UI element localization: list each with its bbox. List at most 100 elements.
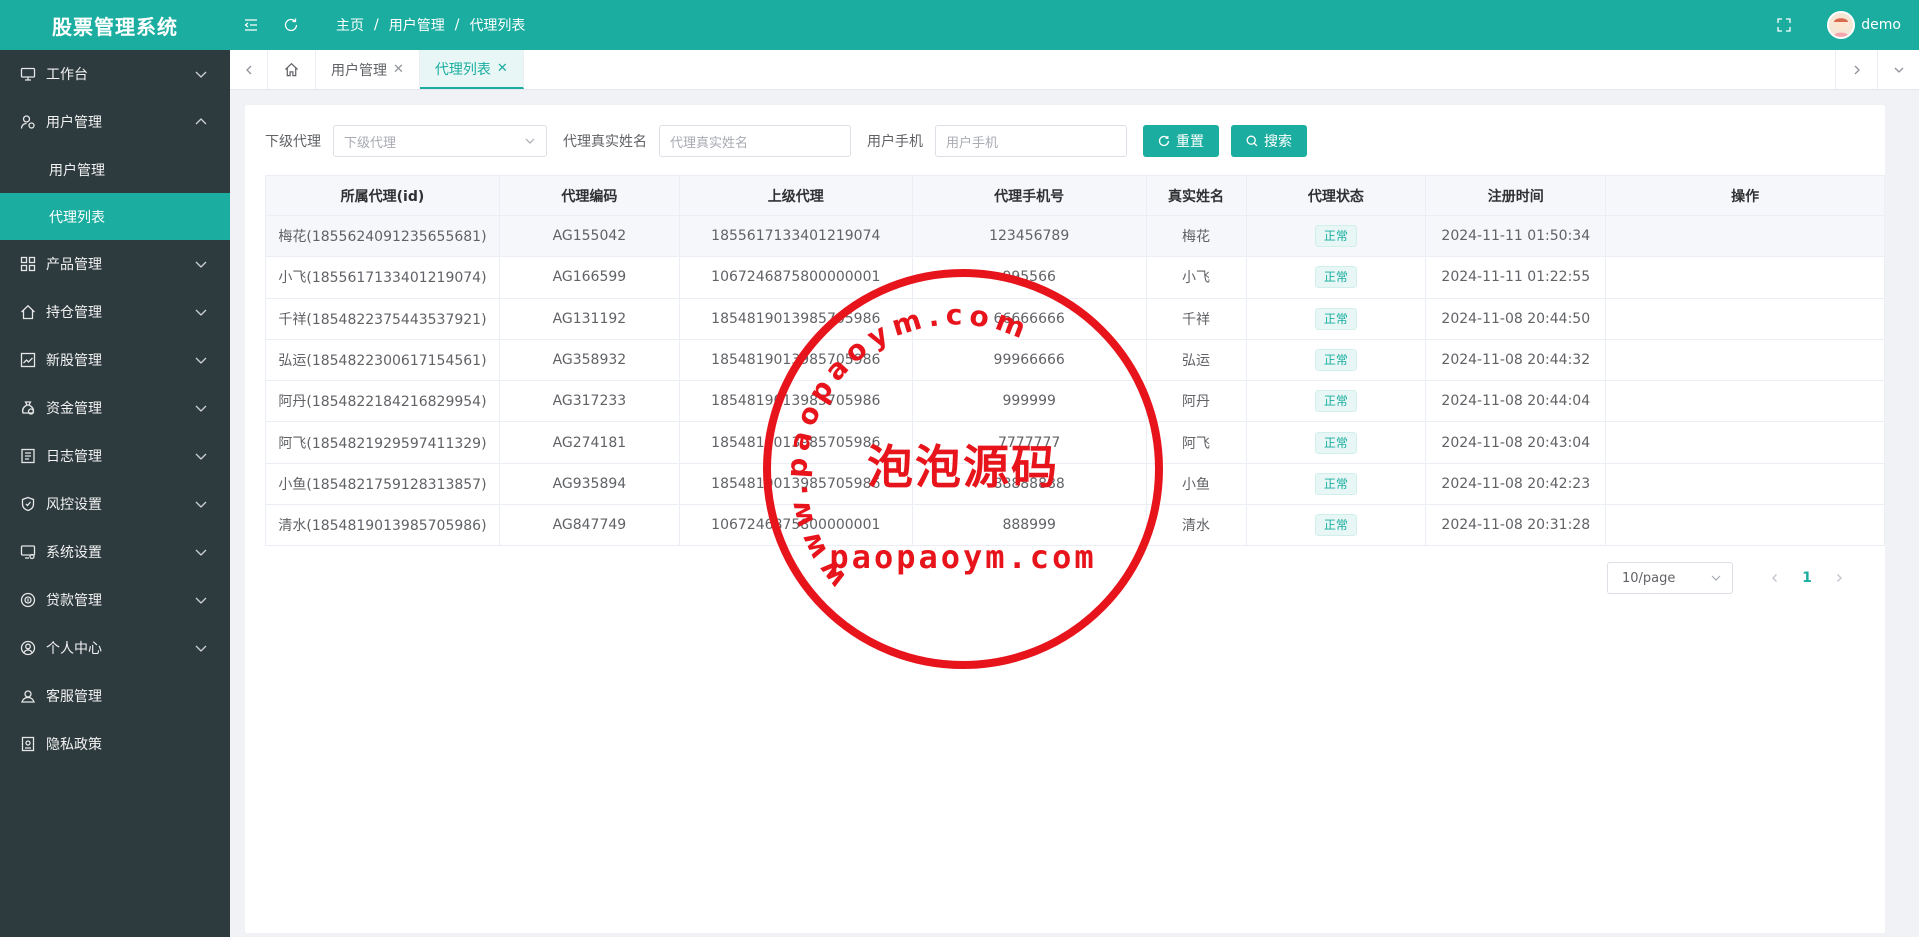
tabs-dropdown[interactable] — [1877, 50, 1919, 89]
tabs-scroll-right[interactable] — [1835, 50, 1877, 89]
cell-parent: 1854819013985705986 — [678, 421, 913, 464]
tab-agent-list[interactable]: 代理列表 ✕ — [419, 50, 524, 89]
breadcrumb-home[interactable]: 主页 — [336, 15, 364, 35]
cell-time: 2024-11-08 20:43:04 — [1425, 421, 1607, 464]
cell-actions — [1605, 504, 1885, 547]
reset-button[interactable]: 重置 — [1143, 125, 1219, 157]
tabs-scroll-left[interactable] — [230, 50, 268, 89]
chevron-down-icon — [195, 261, 207, 268]
money-bag-icon — [20, 400, 36, 416]
table-row[interactable]: 小鱼(1854821759128313857) AG935894 1854819… — [265, 462, 1885, 506]
tabs-bar: 用户管理 ✕ 代理列表 ✕ — [230, 50, 1919, 90]
table-row[interactable]: 阿丹(1854822184216829954) AG317233 1854819… — [265, 380, 1885, 423]
cell-name: 千祥 — [1145, 297, 1247, 340]
sub-agent-placeholder: 下级代理 — [344, 135, 397, 151]
cell-parent: 1067246875800000001 — [678, 504, 913, 547]
sidebar-item-privacy-policy[interactable]: 隐私政策 — [0, 720, 230, 768]
cell-parent: 1854819013985705986 — [678, 297, 913, 340]
table-row[interactable]: 小飞(1855617133401219074) AG166599 1067246… — [265, 256, 1885, 299]
sidebar-item-funds[interactable]: 资金管理 — [0, 384, 230, 432]
cell-name: 阿丹 — [1145, 380, 1247, 423]
service-icon — [20, 688, 36, 704]
breadcrumb-user-management[interactable]: 用户管理 — [389, 15, 445, 35]
column-header: 代理状态 — [1245, 175, 1427, 216]
loan-icon — [20, 592, 36, 608]
table-row[interactable]: 千祥(1854822375443537921) AG131192 1854819… — [265, 297, 1885, 340]
close-icon[interactable]: ✕ — [497, 61, 508, 76]
table-row[interactable]: 阿飞(1854821929597411329) AG274181 1854819… — [265, 421, 1885, 464]
sidebar-item-logs[interactable]: 日志管理 — [0, 432, 230, 480]
cell-phone: 888999 — [911, 504, 1147, 547]
table-row[interactable]: 梅花(1855624091235655681) AG155042 1855617… — [265, 214, 1885, 258]
sidebar-item-new-stocks[interactable]: 新股管理 — [0, 336, 230, 384]
tab-user-management[interactable]: 用户管理 ✕ — [316, 50, 420, 89]
real-name-input[interactable]: 代理真实姓名 — [659, 125, 851, 157]
status-badge: 正常 — [1314, 390, 1357, 413]
real-name-label: 代理真实姓名 — [563, 134, 647, 150]
sidebar-item-positions[interactable]: 持仓管理 — [0, 288, 230, 336]
avatar[interactable] — [1827, 11, 1856, 39]
sub-agent-select[interactable]: 下级代理 — [333, 125, 547, 157]
sidebar-item-dashboard[interactable]: 工作台 — [0, 50, 230, 98]
chevron-down-icon — [195, 501, 207, 508]
refresh-icon — [1158, 135, 1170, 147]
top-header: 主页 / 用户管理 / 代理列表 demo — [230, 0, 1919, 50]
cell-code: AG847749 — [498, 504, 680, 547]
sidebar-subitem-user-management[interactable]: 用户管理 — [0, 146, 230, 193]
cell-time: 2024-11-08 20:42:23 — [1425, 462, 1607, 506]
agent-table: 所属代理(id) 代理编码 上级代理 代理手机号 真实姓名 代理状态 注册时间 … — [265, 175, 1885, 547]
privacy-icon — [20, 736, 36, 752]
username[interactable]: demo — [1861, 17, 1901, 33]
page-size-value: 10/page — [1622, 570, 1676, 586]
sidebar-subitem-agent-list[interactable]: 代理列表 — [0, 193, 230, 240]
column-header: 所属代理(id) — [265, 175, 500, 216]
table-row[interactable]: 清水(1854819013985705986) AG847749 1067246… — [265, 504, 1885, 547]
search-label: 搜索 — [1264, 134, 1292, 150]
sidebar-item-system-settings[interactable]: 系统设置 — [0, 528, 230, 576]
sub-agent-label: 下级代理 — [265, 134, 321, 150]
search-button[interactable]: 搜索 — [1231, 125, 1307, 157]
cell-status: 正常 — [1245, 421, 1427, 464]
shield-icon — [20, 496, 36, 512]
tab-home[interactable] — [268, 50, 316, 89]
sidebar-item-user-management[interactable]: 用户管理 — [0, 98, 230, 146]
close-icon[interactable]: ✕ — [393, 62, 404, 77]
chevron-down-icon — [195, 71, 207, 78]
cell-phone: 995566 — [911, 256, 1147, 299]
sidebar-item-loans[interactable]: 贷款管理 — [0, 576, 230, 624]
settings-monitor-icon — [20, 544, 36, 560]
home-icon — [20, 304, 36, 320]
header-right: demo — [1775, 0, 1901, 50]
sidebar-item-products[interactable]: 产品管理 — [0, 240, 230, 288]
status-badge: 正常 — [1314, 266, 1357, 289]
cell-owner: 阿飞(1854821929597411329) — [265, 421, 500, 464]
table-row[interactable]: 弘运(1854822300617154561) AG358932 1854819… — [265, 338, 1885, 382]
breadcrumb-separator: / — [374, 17, 379, 33]
cell-time: 2024-11-08 20:44:04 — [1425, 380, 1607, 423]
chart-icon — [20, 352, 36, 368]
page-number-current[interactable]: 1 — [1791, 562, 1823, 594]
cell-time: 2024-11-08 20:44:32 — [1425, 338, 1607, 382]
sidebar-item-label: 持仓管理 — [46, 305, 102, 321]
next-page-button[interactable] — [1823, 562, 1855, 594]
status-badge: 正常 — [1314, 472, 1357, 495]
cell-actions — [1605, 462, 1885, 506]
cell-status: 正常 — [1245, 380, 1427, 423]
sidebar-item-customer-service[interactable]: 客服管理 — [0, 672, 230, 720]
sidebar-item-personal-center[interactable]: 个人中心 — [0, 624, 230, 672]
page-size-select[interactable]: 10/page — [1607, 562, 1733, 594]
chevron-down-icon — [525, 138, 535, 144]
phone-input[interactable]: 用户手机 — [935, 125, 1127, 157]
chevron-down-icon — [1711, 575, 1721, 581]
breadcrumb-separator: / — [454, 17, 460, 33]
cell-time: 2024-11-08 20:44:50 — [1425, 297, 1607, 340]
tabs-right-controls — [1835, 50, 1919, 89]
fullscreen-icon[interactable] — [1775, 16, 1793, 34]
filter-bar: 下级代理 下级代理 代理真实姓名 代理真实姓名 用户手机 用户手机 重置 搜索 — [265, 125, 1307, 157]
refresh-icon[interactable] — [282, 16, 300, 34]
menu-fold-icon[interactable] — [242, 16, 260, 34]
chevron-right-icon — [1854, 65, 1860, 74]
sidebar-item-risk-control[interactable]: 风控设置 — [0, 480, 230, 528]
chevron-down-icon — [195, 549, 207, 556]
prev-page-button[interactable] — [1759, 562, 1791, 594]
